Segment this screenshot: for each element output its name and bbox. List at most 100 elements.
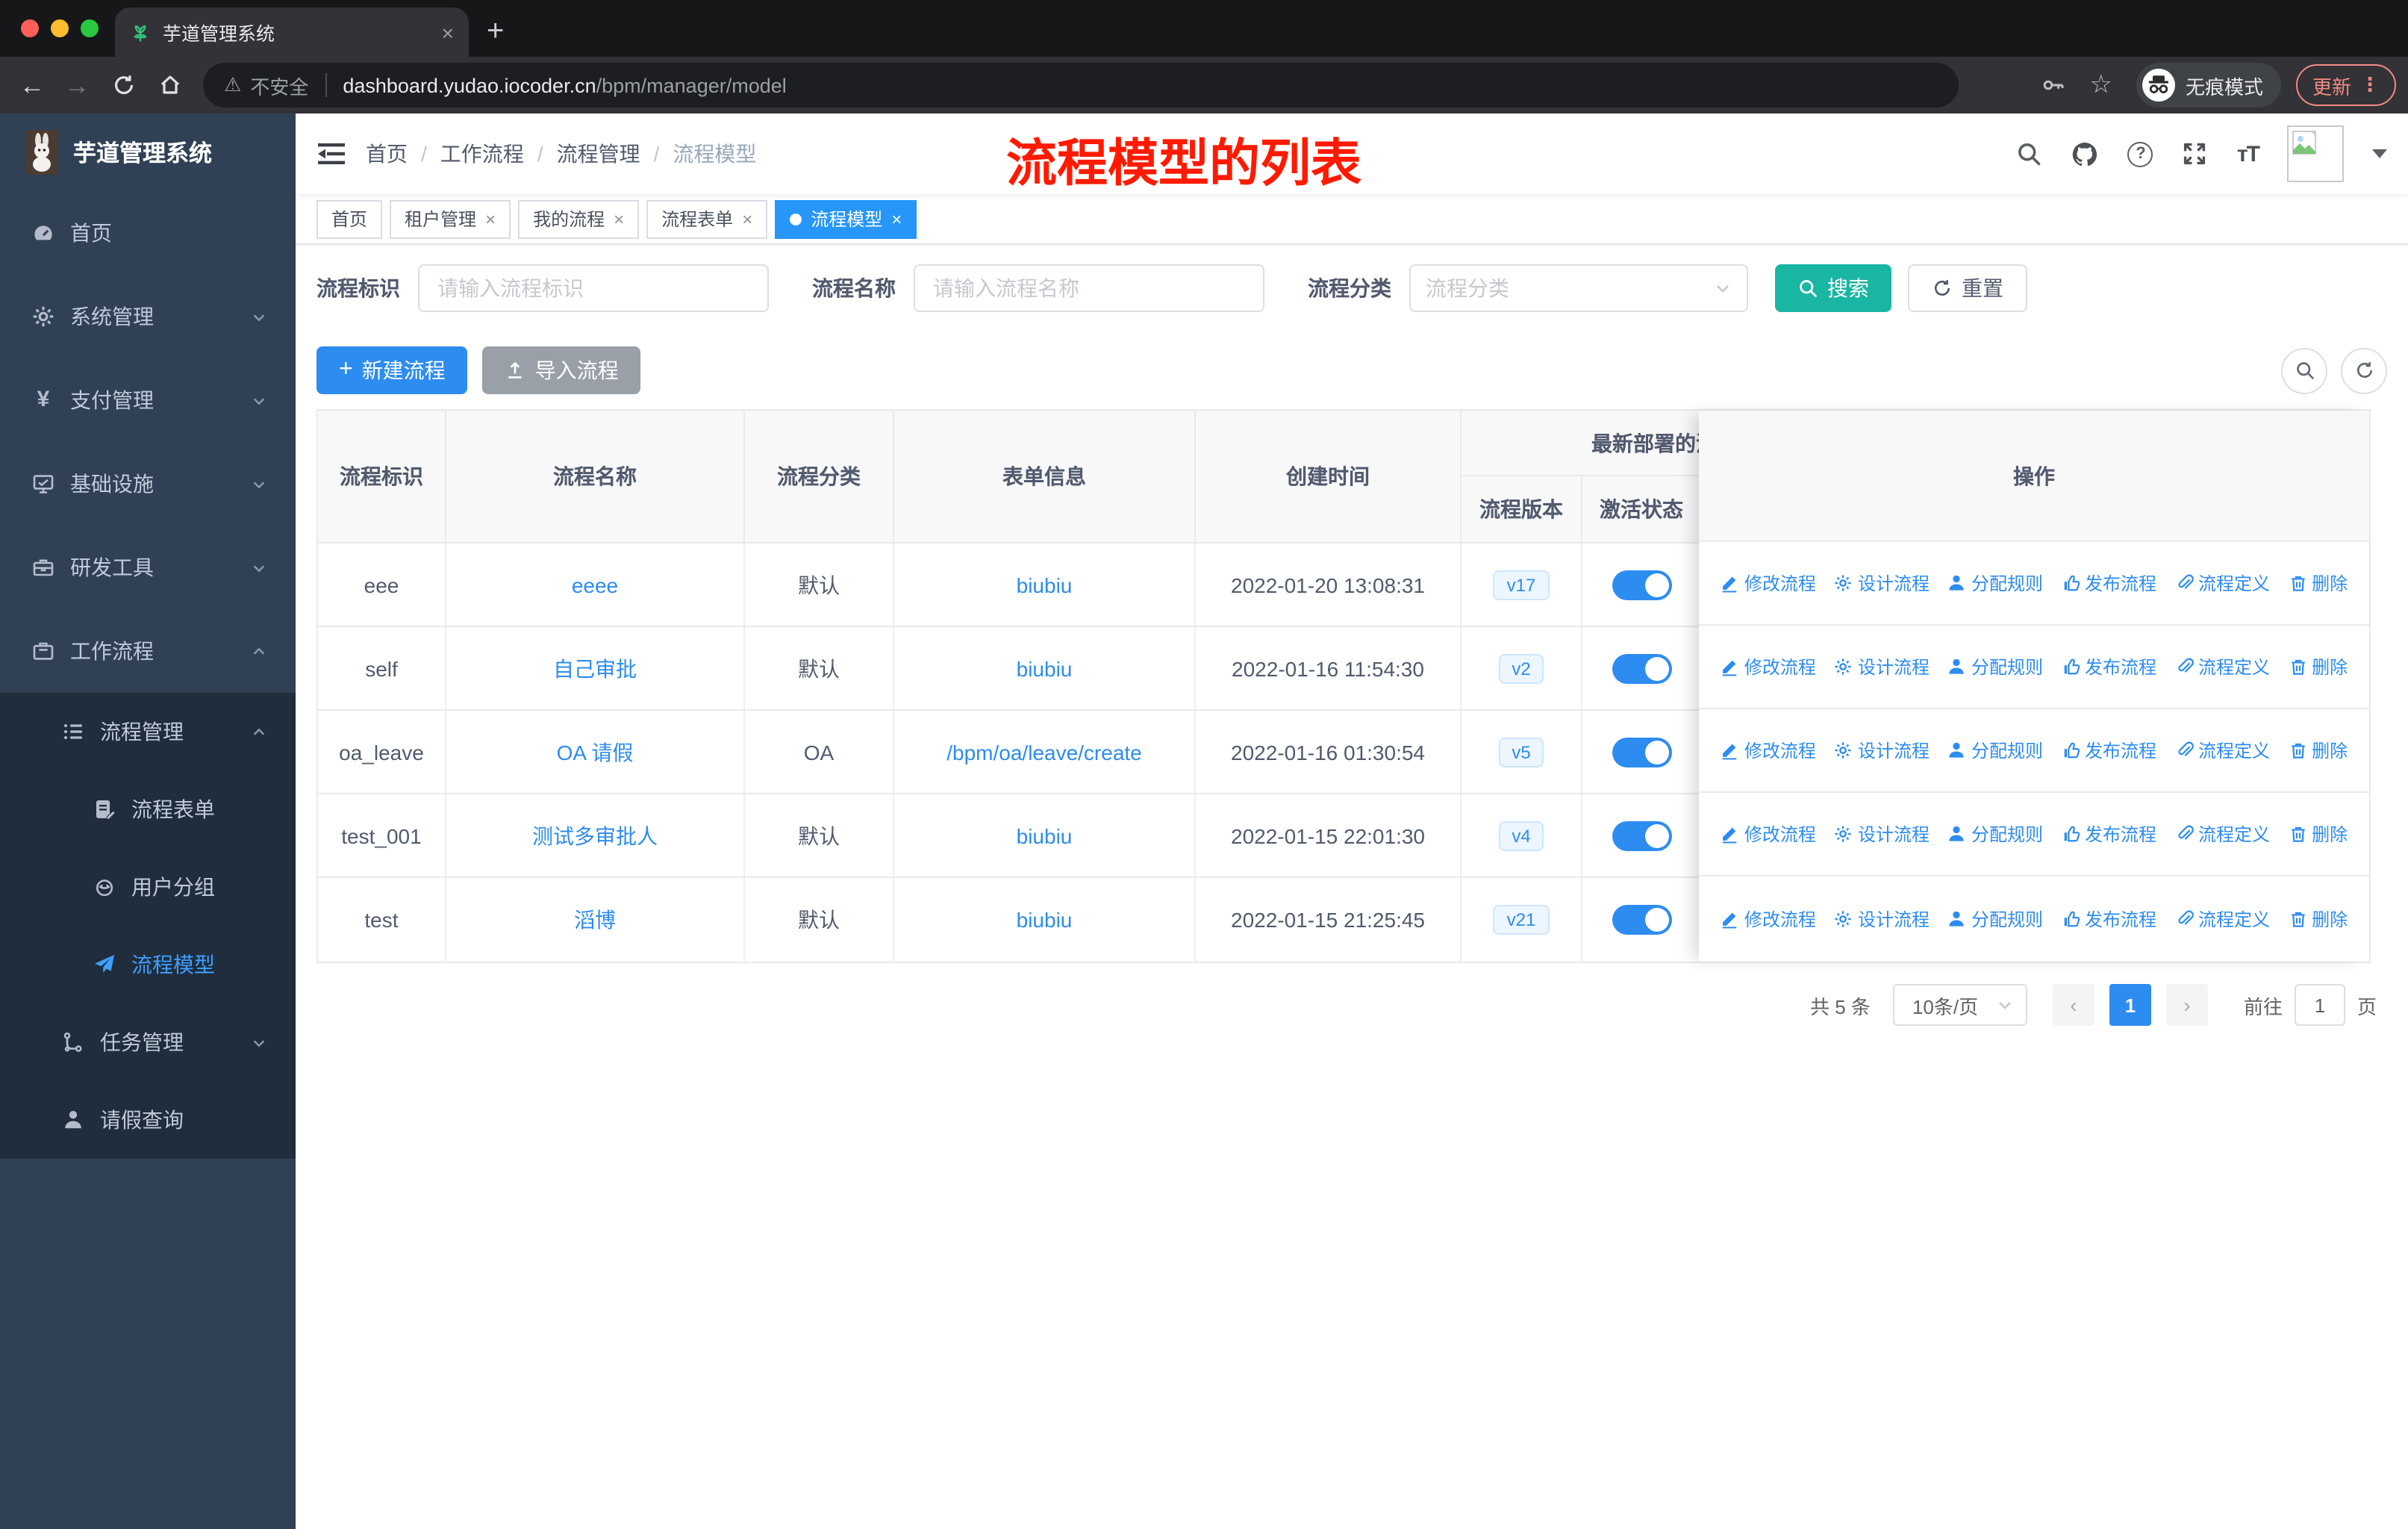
sidebar-item-process-management[interactable]: 流程管理	[0, 693, 296, 770]
help-icon[interactable]: ?	[2127, 141, 2153, 166]
tag-process-model[interactable]: 流程模型 ×	[775, 199, 917, 238]
active-toggle[interactable]	[1612, 905, 1671, 935]
process-name-link[interactable]: 测试多审批人	[532, 820, 658, 850]
action-assign-rules[interactable]: 分配规则	[1947, 821, 2043, 847]
forward-icon[interactable]: →	[64, 72, 90, 98]
process-name-link[interactable]: eeee	[572, 573, 618, 597]
search-button[interactable]: 搜索	[1775, 264, 1891, 312]
url-bar[interactable]: ⚠ 不安全 dashboard.yudao.iocoder.cn/bpm/man…	[203, 63, 1959, 108]
maximize-window-button[interactable]	[81, 19, 99, 37]
action-design-process[interactable]: 设计流程	[1834, 738, 1930, 763]
current-page[interactable]: 1	[2109, 984, 2151, 1026]
font-size-icon[interactable]: тT	[2237, 141, 2260, 166]
sidebar-item-infrastructure[interactable]: 基础设施	[0, 442, 296, 526]
action-process-definition[interactable]: 流程定义	[2174, 654, 2270, 679]
action-design-process[interactable]: 设计流程	[1834, 906, 1930, 931]
form-info-link[interactable]: biubiu	[1017, 573, 1073, 597]
tag-process-form[interactable]: 流程表单 ×	[646, 199, 768, 238]
search-icon[interactable]	[2016, 140, 2043, 167]
active-toggle[interactable]	[1612, 737, 1671, 767]
action-edit-process[interactable]: 修改流程	[1721, 821, 1816, 847]
back-icon[interactable]: ←	[19, 72, 45, 98]
show-search-icon-button[interactable]	[2281, 347, 2327, 393]
action-process-definition[interactable]: 流程定义	[2174, 738, 2270, 763]
action-assign-rules[interactable]: 分配规则	[1947, 906, 2043, 931]
next-page-button[interactable]: ›	[2165, 984, 2208, 1026]
sidebar-item-system[interactable]: 系统管理	[0, 275, 296, 358]
reset-button[interactable]: 重置	[1908, 264, 2027, 312]
tag-my-process[interactable]: 我的流程 ×	[518, 199, 640, 238]
close-window-button[interactable]	[21, 19, 39, 37]
sidebar-collapse-icon[interactable]	[318, 142, 345, 166]
action-publish-process[interactable]: 发布流程	[2061, 654, 2156, 679]
window-controls[interactable]	[21, 19, 99, 37]
form-info-link[interactable]: biubiu	[1017, 823, 1073, 847]
create-process-button[interactable]: + 新建流程	[316, 346, 468, 394]
password-key-icon[interactable]	[2039, 72, 2065, 99]
chrome-update-button[interactable]: 更新 ⋮	[2295, 64, 2396, 106]
form-info-link[interactable]: biubiu	[1017, 656, 1073, 680]
security-label[interactable]: 不安全	[250, 71, 308, 99]
tab-close-icon[interactable]: ×	[442, 20, 454, 44]
active-toggle[interactable]	[1612, 570, 1671, 600]
sidebar-item-process-form[interactable]: 流程表单	[0, 770, 296, 848]
sidebar-item-process-model[interactable]: 流程模型	[0, 926, 296, 1003]
action-process-definition[interactable]: 流程定义	[2174, 906, 2270, 931]
tag-close-icon[interactable]: ×	[485, 208, 496, 229]
action-edit-process[interactable]: 修改流程	[1721, 738, 1816, 763]
sidebar-item-payment[interactable]: ¥ 支付管理	[0, 358, 296, 442]
refresh-icon-button[interactable]	[2341, 347, 2387, 393]
tag-home[interactable]: 首页	[316, 199, 383, 238]
prev-page-button[interactable]: ‹	[2052, 984, 2094, 1026]
action-publish-process[interactable]: 发布流程	[2061, 570, 2156, 596]
bookmark-star-icon[interactable]: ☆	[2089, 70, 2112, 100]
action-design-process[interactable]: 设计流程	[1834, 654, 1930, 679]
action-delete[interactable]: 删除	[2288, 906, 2348, 931]
action-publish-process[interactable]: 发布流程	[2061, 821, 2156, 847]
sidebar-item-devtools[interactable]: 研发工具	[0, 526, 296, 609]
active-toggle[interactable]	[1612, 820, 1671, 850]
tag-close-icon[interactable]: ×	[742, 208, 752, 229]
action-process-definition[interactable]: 流程定义	[2174, 570, 2270, 596]
page-size-select[interactable]: 10条/页	[1892, 984, 2027, 1026]
import-process-button[interactable]: 导入流程	[482, 346, 641, 394]
action-publish-process[interactable]: 发布流程	[2061, 906, 2156, 931]
tag-close-icon[interactable]: ×	[614, 208, 624, 229]
app-logo[interactable]: 芋道管理系统	[0, 113, 296, 191]
github-icon[interactable]	[2071, 140, 2100, 168]
form-info-link[interactable]: biubiu	[1017, 908, 1073, 932]
minimize-window-button[interactable]	[51, 19, 69, 37]
breadcrumb-workflow[interactable]: 工作流程	[440, 139, 524, 169]
home-icon[interactable]	[158, 73, 182, 97]
goto-page-input[interactable]	[2294, 984, 2345, 1026]
process-name-link[interactable]: 滔博	[574, 905, 616, 935]
breadcrumb-home[interactable]: 首页	[366, 139, 408, 169]
action-design-process[interactable]: 设计流程	[1834, 570, 1930, 596]
tag-tenant[interactable]: 租户管理 ×	[390, 199, 511, 238]
form-info-link[interactable]: /bpm/oa/leave/create	[946, 740, 1142, 764]
new-tab-button[interactable]: +	[487, 10, 504, 52]
browser-tab[interactable]: 芋道管理系统 ×	[115, 7, 469, 57]
action-edit-process[interactable]: 修改流程	[1721, 654, 1816, 679]
action-delete[interactable]: 删除	[2288, 738, 2348, 763]
reload-icon[interactable]	[112, 73, 136, 97]
sidebar-item-home[interactable]: 首页	[0, 191, 296, 275]
process-name-link[interactable]: 自己审批	[553, 653, 637, 683]
tag-close-icon[interactable]: ×	[891, 208, 902, 229]
category-select[interactable]: 流程分类	[1409, 264, 1748, 312]
avatar[interactable]	[2287, 125, 2344, 182]
action-design-process[interactable]: 设计流程	[1834, 821, 1930, 847]
action-delete[interactable]: 删除	[2288, 570, 2348, 596]
avatar-caret-icon[interactable]	[2372, 149, 2387, 158]
action-process-definition[interactable]: 流程定义	[2174, 821, 2270, 847]
update-label[interactable]: 更新	[2312, 71, 2351, 99]
browser-menu-dots-icon[interactable]: ⋮	[2360, 73, 2380, 97]
action-edit-process[interactable]: 修改流程	[1721, 570, 1816, 596]
action-assign-rules[interactable]: 分配规则	[1947, 570, 2043, 596]
fullscreen-icon[interactable]	[2182, 140, 2209, 167]
action-edit-process[interactable]: 修改流程	[1721, 906, 1816, 931]
sidebar-item-workflow[interactable]: 工作流程	[0, 609, 296, 693]
action-assign-rules[interactable]: 分配规则	[1947, 654, 2043, 679]
process-name-input[interactable]	[914, 264, 1264, 312]
sidebar-item-task-management[interactable]: 任务管理	[0, 1003, 296, 1081]
